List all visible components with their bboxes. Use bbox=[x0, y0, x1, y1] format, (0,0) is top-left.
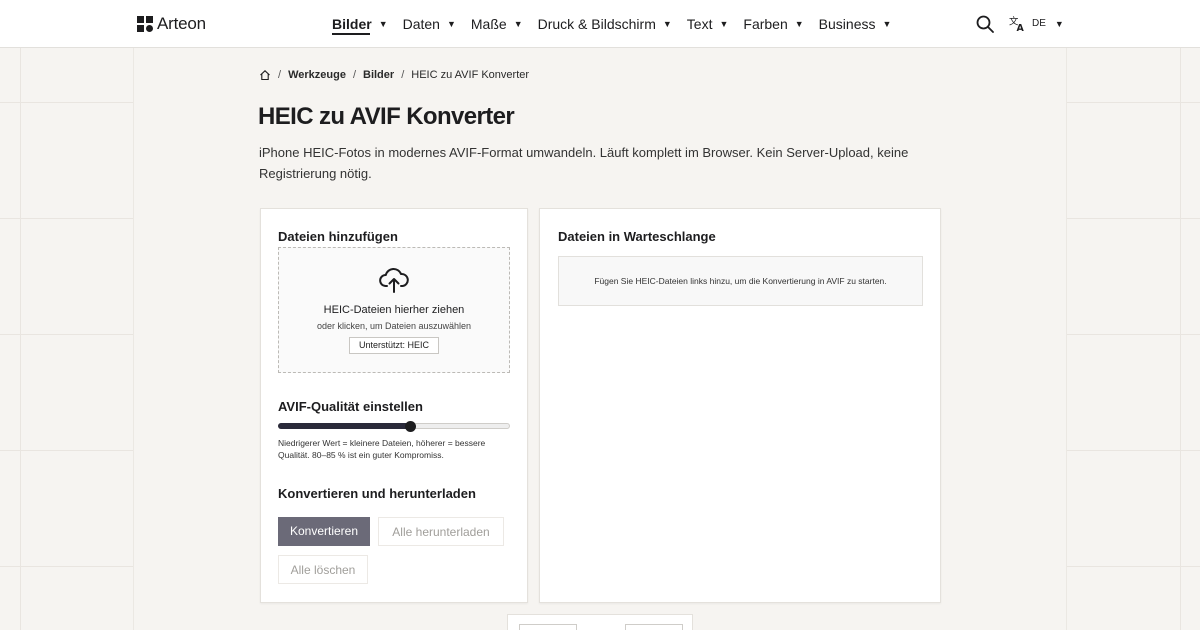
svg-text:A: A bbox=[1017, 23, 1025, 32]
breadcrumb-separator: / bbox=[352, 69, 356, 81]
bottom-button[interactable] bbox=[519, 624, 577, 630]
breadcrumb-werkzeuge[interactable]: Werkzeuge bbox=[288, 69, 346, 81]
nav-item-farben[interactable]: Farben ▼ bbox=[743, 0, 803, 48]
slider-thumb[interactable] bbox=[405, 421, 417, 432]
caret-down-icon: ▼ bbox=[794, 19, 804, 29]
caret-down-icon: ▼ bbox=[378, 19, 388, 29]
dropzone-title: HEIC-Dateien hierher ziehen bbox=[323, 304, 465, 316]
add-files-title: Dateien hinzufügen bbox=[278, 229, 398, 244]
queue-empty-message: Fügen Sie HEIC-Dateien links hinzu, um d… bbox=[558, 256, 923, 306]
breadcrumb-bilder[interactable]: Bilder bbox=[363, 69, 394, 81]
home-icon[interactable] bbox=[259, 69, 271, 81]
breadcrumb: / Werkzeuge / Bilder / HEIC zu AVIF Konv… bbox=[259, 69, 529, 81]
breadcrumb-separator: / bbox=[401, 69, 405, 81]
caret-down-icon: ▼ bbox=[719, 19, 729, 29]
nav-label: Farben bbox=[743, 16, 788, 32]
clear-all-button[interactable]: Alle löschen bbox=[278, 555, 368, 584]
nav-label: Druck & Bildschirm bbox=[537, 16, 656, 32]
bottom-toolbar bbox=[507, 614, 693, 630]
nav-item-daten[interactable]: Daten ▼ bbox=[403, 0, 456, 48]
caret-down-icon: ▼ bbox=[513, 19, 523, 29]
caret-down-icon: ▼ bbox=[1054, 18, 1064, 29]
top-navigation: Arteon Bilder ▼ Daten ▼ Maße ▼ Druck & B… bbox=[0, 0, 1200, 48]
add-files-card: Dateien hinzufügen HEIC-Dateien hierher … bbox=[260, 208, 528, 603]
nav-item-business[interactable]: Business ▼ bbox=[819, 0, 892, 48]
download-all-button[interactable]: Alle herunterladen bbox=[378, 517, 504, 546]
nav-item-masse[interactable]: Maße ▼ bbox=[471, 0, 523, 48]
nav-label: Text bbox=[686, 16, 713, 32]
dropzone-subtitle: oder klicken, um Dateien auszuwählen bbox=[316, 321, 472, 331]
caret-down-icon: ▼ bbox=[446, 19, 456, 29]
search-icon[interactable] bbox=[976, 15, 994, 33]
nav-label: Daten bbox=[402, 16, 440, 32]
convert-title: Konvertieren und herunterladen bbox=[278, 486, 476, 501]
quality-slider[interactable] bbox=[278, 421, 510, 432]
supported-format-badge: Unterstützt: HEIC bbox=[349, 337, 439, 354]
language-code: DE bbox=[1032, 18, 1046, 29]
nav-item-druck-bildschirm[interactable]: Druck & Bildschirm ▼ bbox=[538, 0, 672, 48]
queue-card: Dateien in Warteschlange Fügen Sie HEIC-… bbox=[539, 208, 941, 603]
main-nav: Bilder ▼ Daten ▼ Maße ▼ Druck & Bildschi… bbox=[332, 0, 906, 48]
nav-label: Business bbox=[818, 16, 876, 32]
bottom-button[interactable] bbox=[625, 624, 683, 630]
nav-label: Bilder bbox=[332, 16, 372, 32]
caret-down-icon: ▼ bbox=[882, 19, 892, 29]
breadcrumb-separator: / bbox=[278, 69, 282, 81]
brand-logo[interactable]: Arteon bbox=[137, 14, 206, 34]
translate-icon: 文 A bbox=[1009, 15, 1025, 32]
slider-fill bbox=[278, 423, 411, 429]
nav-item-bilder[interactable]: Bilder ▼ bbox=[332, 0, 388, 48]
queue-title: Dateien in Warteschlange bbox=[558, 229, 716, 244]
nav-label: Maße bbox=[470, 16, 507, 32]
logo-icon bbox=[137, 16, 153, 32]
quality-title: AVIF-Qualität einstellen bbox=[278, 399, 423, 414]
cloud-upload-icon bbox=[379, 267, 409, 293]
caret-down-icon: ▼ bbox=[662, 19, 672, 29]
page-description: iPhone HEIC-Fotos in modernes AVIF-Forma… bbox=[259, 145, 909, 181]
nav-item-text[interactable]: Text ▼ bbox=[687, 0, 729, 48]
quality-hint: Niedrigerer Wert = kleinere Dateien, höh… bbox=[278, 438, 486, 460]
file-dropzone[interactable]: HEIC-Dateien hierher ziehen oder klicken… bbox=[278, 247, 510, 373]
breadcrumb-current: HEIC zu AVIF Konverter bbox=[411, 69, 530, 81]
brand-name: Arteon bbox=[157, 14, 206, 33]
convert-button[interactable]: Konvertieren bbox=[278, 517, 370, 546]
language-switcher[interactable]: 文 A DE ▼ bbox=[1009, 15, 1064, 32]
page-title: HEIC zu AVIF Konverter bbox=[258, 103, 515, 130]
